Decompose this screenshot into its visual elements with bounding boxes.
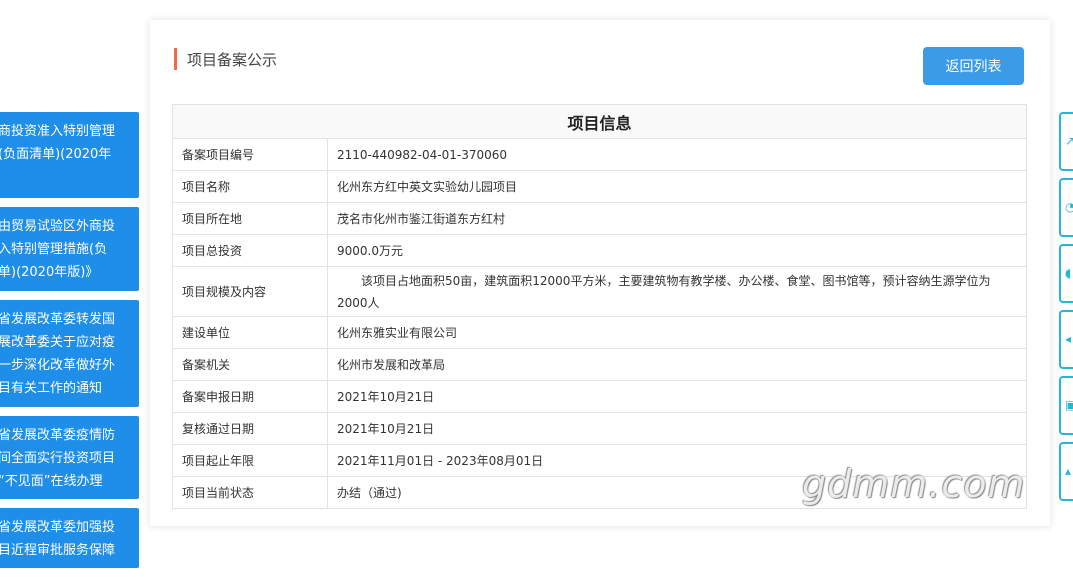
notice-line: 省发展改革委加强投 (0, 520, 116, 535)
table-header-row: 项目信息 (172, 104, 1027, 139)
row-value: 2110-440982-04-01-370060 (327, 138, 1027, 171)
share-icon[interactable]: ↗ (1059, 112, 1073, 171)
notice-line: 入特别管理措施(负 (0, 242, 108, 257)
row-value: 9000.0万元 (327, 234, 1027, 267)
notice-item[interactable]: 商投资准入特别管理 (负面清单)(2020年 (0, 112, 139, 198)
notice-line: “不见面”在线办理 (0, 474, 103, 489)
notice-line: 单)(2020年版)》 (0, 265, 99, 280)
notice-line: 间全面实行投资项目 (0, 451, 116, 466)
row-value: 化州东雅实业有限公司 (327, 316, 1027, 349)
row-label: 项目规模及内容 (172, 266, 328, 317)
top-icon[interactable]: ▴ (1059, 442, 1073, 501)
title-accent-bar (174, 48, 177, 70)
table-row: 项目总投资 9000.0万元 (172, 234, 1027, 267)
row-label: 项目当前状态 (172, 476, 328, 509)
notice-line: 目有关工作的通知 (0, 381, 103, 396)
notice-line: 展改革委关于应对疫 (0, 335, 116, 350)
table-row: 复核通过日期 2021年10月21日 (172, 412, 1027, 445)
notice-item[interactable]: 由贸易试验区外商投 入特别管理措施(负 单)(2020年版)》 (0, 207, 139, 291)
table-row: 项目名称 化州东方红中英文实验幼儿园项目 (172, 170, 1027, 203)
notice-line: (负面清单)(2020年 (0, 147, 112, 162)
notice-line: 省发展改革委转发国 (0, 312, 116, 327)
notice-item[interactable]: 省发展改革委加强投 目近程审批服务保障 (0, 508, 139, 568)
row-label: 项目总投资 (172, 234, 328, 267)
table-row: 项目规模及内容 该项目占地面积50亩，建筑面积12000平方米，主要建筑物有教学… (172, 266, 1027, 317)
notice-item[interactable]: 省发展改革委疫情防 间全面实行投资项目 “不见面”在线办理 (0, 416, 139, 499)
side-toolbar: ↗ ◔ ◖ ◂ ▣ ▴ (1059, 112, 1073, 508)
table-header: 项目信息 (172, 104, 1027, 139)
notice-item[interactable]: 省发展改革委转发国 展改革委关于应对疫 一步深化改革做好外 目有关工作的通知 (0, 300, 139, 407)
chat-icon[interactable]: ◖ (1059, 244, 1073, 303)
notice-line: 一步深化改革做好外 (0, 358, 116, 373)
row-label: 建设单位 (172, 316, 328, 349)
row-label: 项目名称 (172, 170, 328, 203)
row-value: 化州市发展和改革局 (327, 348, 1027, 381)
row-value: 2021年10月21日 (327, 412, 1027, 445)
user-icon[interactable]: ◔ (1059, 178, 1073, 237)
back-icon[interactable]: ◂ (1059, 310, 1073, 369)
project-card: 项目备案公示 返回列表 项目信息 备案项目编号 2110-440982-04-0… (150, 20, 1050, 526)
notice-line: 省发展改革委疫情防 (0, 428, 116, 443)
row-value: 该项目占地面积50亩，建筑面积12000平方米，主要建筑物有教学楼、办公楼、食堂… (327, 266, 1027, 317)
project-info-table: 项目信息 备案项目编号 2110-440982-04-01-370060 项目名… (172, 104, 1027, 509)
table-row: 建设单位 化州东雅实业有限公司 (172, 316, 1027, 349)
notice-line: 由贸易试验区外商投 (0, 219, 116, 234)
row-label: 项目所在地 (172, 202, 328, 235)
row-label: 备案项目编号 (172, 138, 328, 171)
row-label: 项目起止年限 (172, 444, 328, 477)
row-value: 2021年10月21日 (327, 380, 1027, 413)
table-row: 备案申报日期 2021年10月21日 (172, 380, 1027, 413)
row-value: 茂名市化州市鉴江街道东方红村 (327, 202, 1027, 235)
back-to-list-button[interactable]: 返回列表 (923, 47, 1024, 85)
table-row: 项目所在地 茂名市化州市鉴江街道东方红村 (172, 202, 1027, 235)
page-title-bar: 项目备案公示 (174, 48, 277, 70)
row-label: 备案申报日期 (172, 380, 328, 413)
row-label: 备案机关 (172, 348, 328, 381)
watermark: gdmm.com (802, 462, 1026, 506)
notice-line: 目近程审批服务保障 (0, 543, 116, 558)
qr-icon[interactable]: ▣ (1059, 376, 1073, 435)
table-row: 备案项目编号 2110-440982-04-01-370060 (172, 138, 1027, 171)
page-title: 项目备案公示 (187, 50, 278, 69)
notice-line: 商投资准入特别管理 (0, 124, 116, 139)
table-row: 备案机关 化州市发展和改革局 (172, 348, 1027, 381)
row-label: 复核通过日期 (172, 412, 328, 445)
notice-list: 商投资准入特别管理 (负面清单)(2020年 由贸易试验区外商投 入特别管理措施… (0, 112, 139, 577)
row-value: 化州东方红中英文实验幼儿园项目 (327, 170, 1027, 203)
